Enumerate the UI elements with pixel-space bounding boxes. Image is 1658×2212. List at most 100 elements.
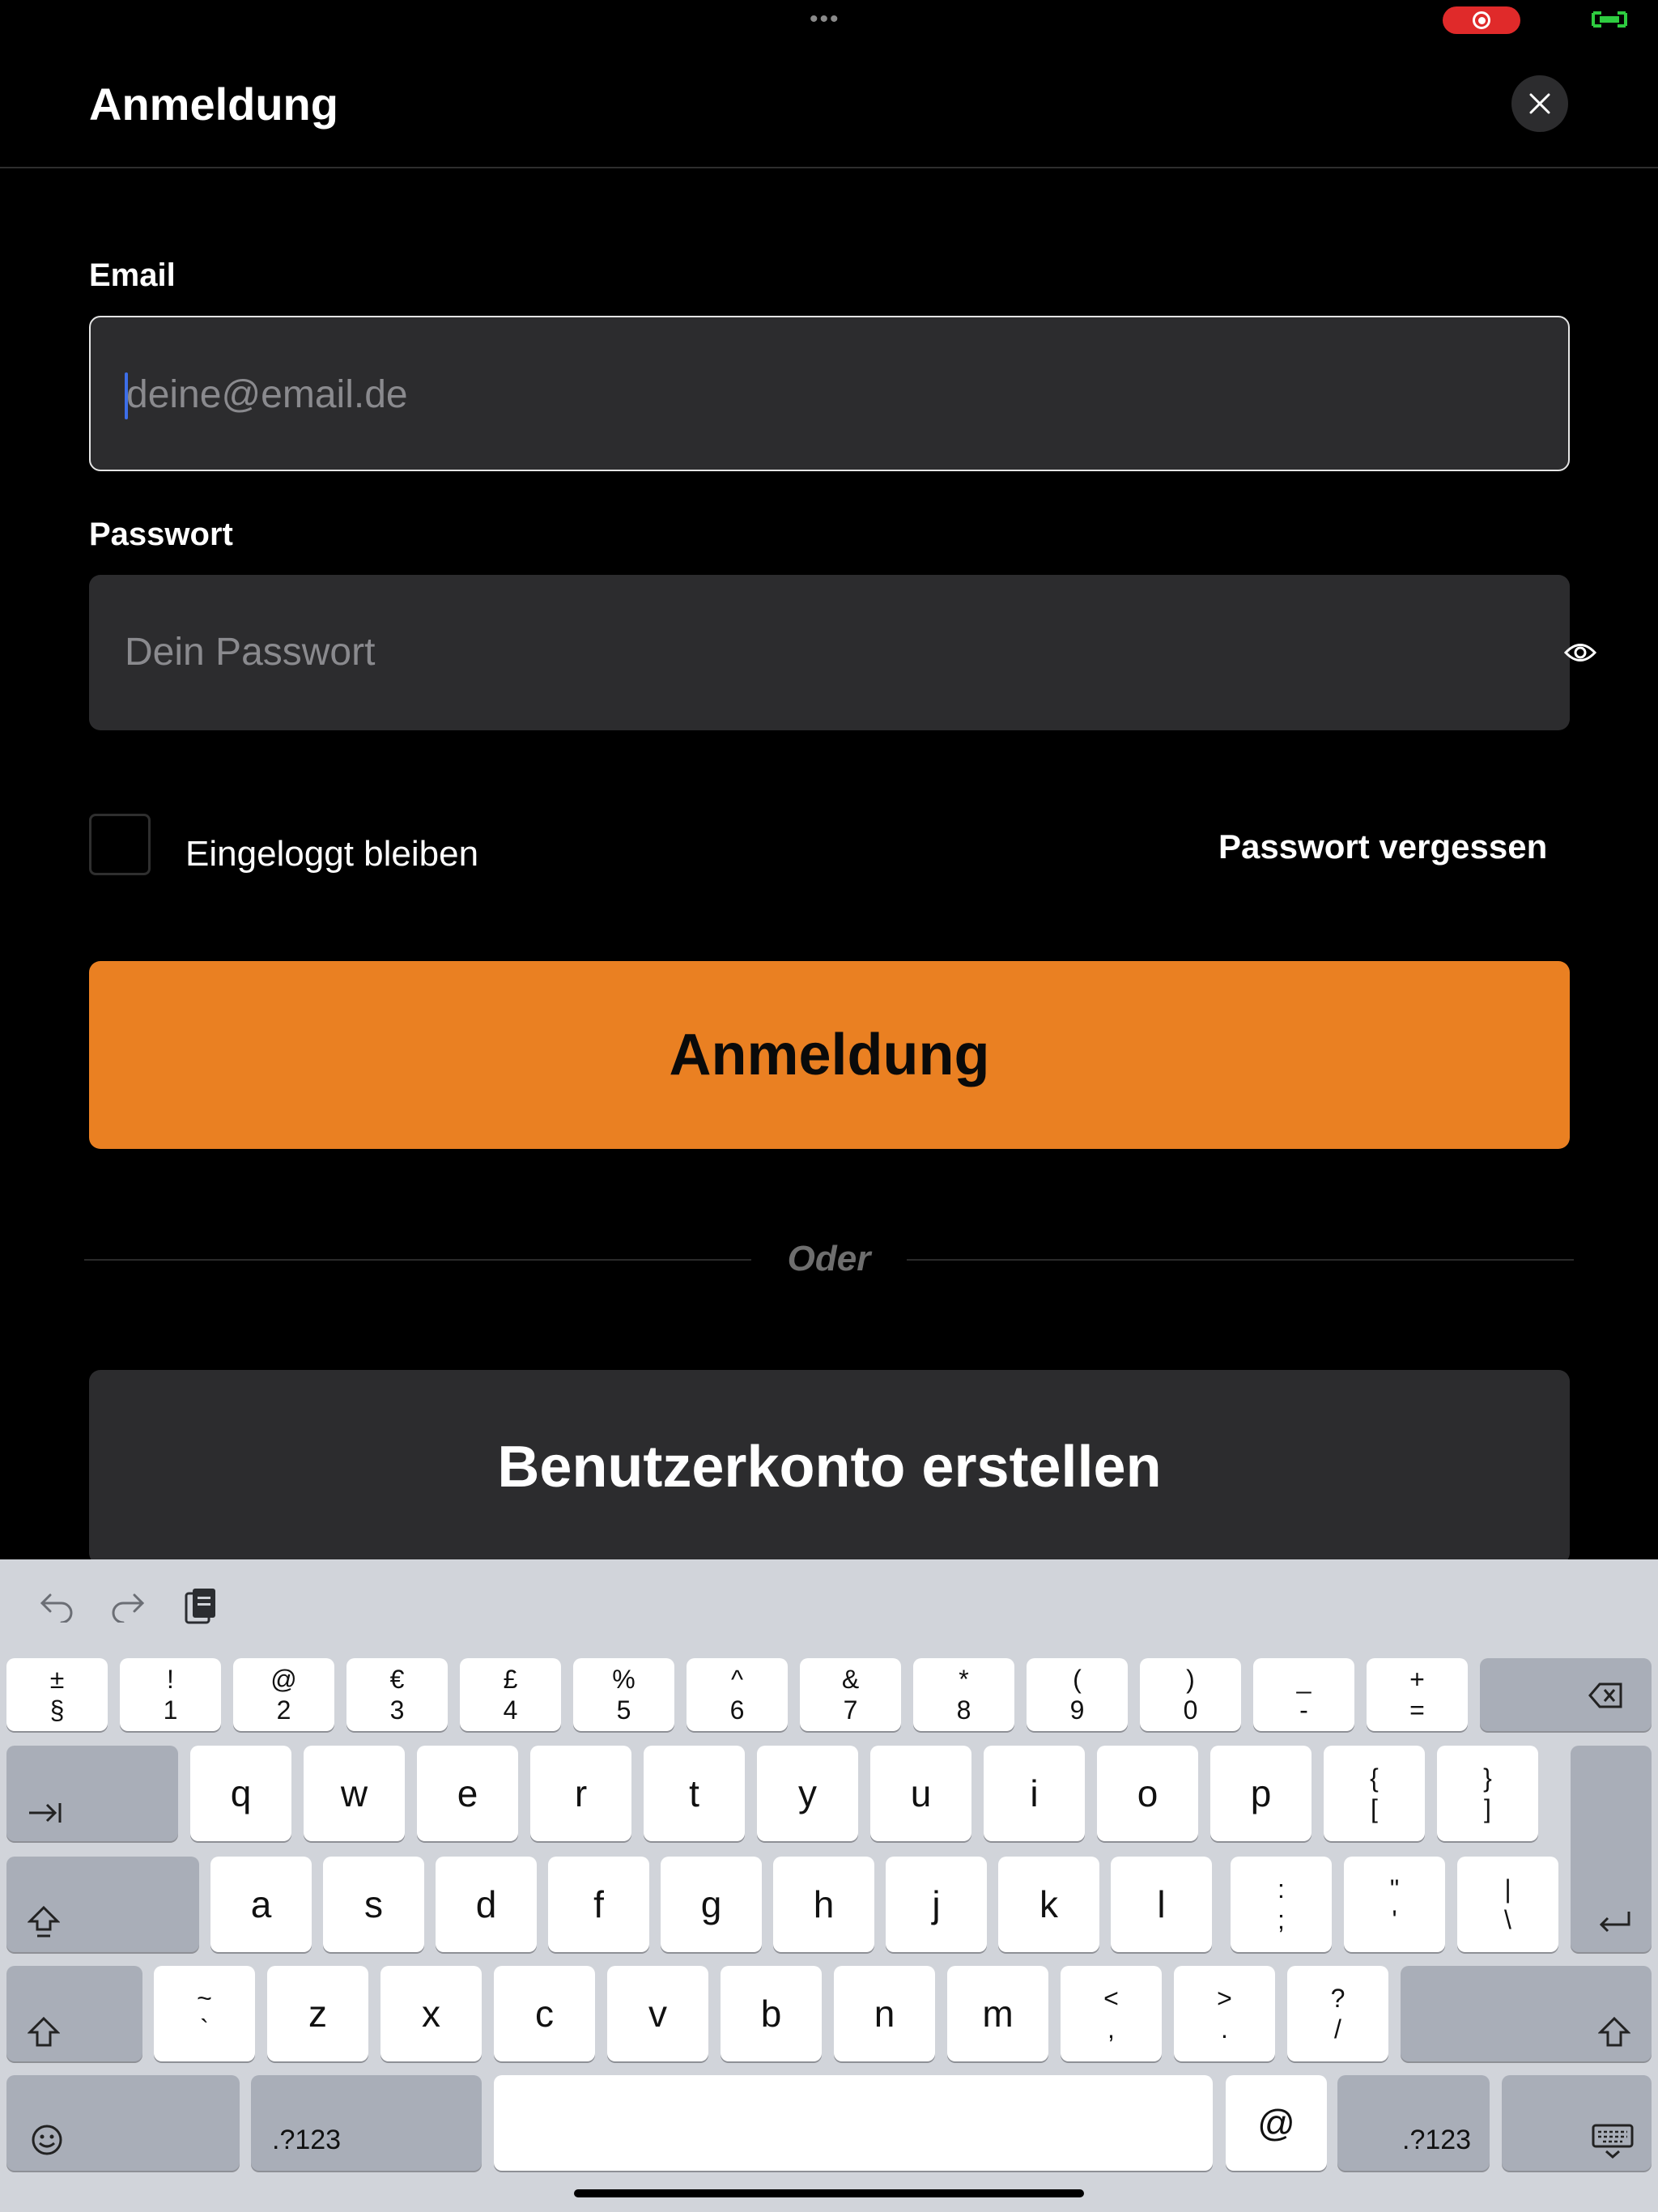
key-lower-label: 2: [276, 1695, 291, 1725]
shift-icon: [1598, 2016, 1630, 2047]
key-label: i: [1030, 1772, 1039, 1814]
remember-checkbox[interactable]: [89, 814, 151, 875]
key-1[interactable]: ! 1: [120, 1658, 221, 1731]
key-comma[interactable]: <,: [1061, 1966, 1162, 2061]
key-backtick[interactable]: ~ `: [154, 1966, 255, 2061]
key-x[interactable]: x: [380, 1966, 482, 2061]
key-4[interactable]: £4: [460, 1658, 561, 1731]
forgot-password-link[interactable]: Passwort vergessen: [1218, 827, 1547, 866]
show-password-button[interactable]: [1559, 632, 1601, 674]
key-upper-label: ?: [1330, 1984, 1346, 2013]
key-7[interactable]: & 7: [800, 1658, 901, 1731]
key-y[interactable]: y: [757, 1746, 858, 1841]
key-c[interactable]: c: [494, 1966, 595, 2061]
key-3[interactable]: €3: [346, 1658, 448, 1731]
password-field[interactable]: Dein Passwort: [89, 575, 1596, 730]
login-button[interactable]: Anmeldung: [89, 961, 1570, 1149]
key-upper-label: @: [270, 1665, 297, 1694]
undo-button[interactable]: [34, 1584, 79, 1629]
key-z[interactable]: z: [267, 1966, 368, 2061]
modal-header: Anmeldung: [0, 39, 1658, 168]
key-lower-label: 9: [1069, 1695, 1085, 1725]
key-f[interactable]: f: [548, 1857, 649, 1952]
key-lower-label: 6: [729, 1695, 745, 1725]
key-s[interactable]: s: [323, 1857, 424, 1952]
key-label: t: [689, 1772, 699, 1814]
shift-lock-key[interactable]: [6, 1857, 199, 1952]
key-p[interactable]: p: [1210, 1746, 1312, 1841]
key-v[interactable]: v: [607, 1966, 708, 2061]
key-a[interactable]: a: [210, 1857, 312, 1952]
screen-recording-indicator[interactable]: [1443, 6, 1520, 34]
email-label: Email: [89, 257, 176, 293]
key-;[interactable]: :;: [1231, 1857, 1332, 1952]
key-[[interactable]: {[: [1324, 1746, 1425, 1841]
space-key[interactable]: [494, 2075, 1213, 2171]
numbers-key-right[interactable]: .?123: [1337, 2075, 1490, 2171]
paste-button[interactable]: [178, 1584, 223, 1629]
key-e[interactable]: e: [417, 1746, 518, 1841]
key-lower-label: .: [1221, 2014, 1228, 2044]
key-j[interactable]: j: [886, 1857, 987, 1952]
close-button[interactable]: [1511, 75, 1568, 132]
key-u[interactable]: u: [870, 1746, 971, 1841]
numbers-key-left[interactable]: .?123: [251, 2075, 482, 2171]
delete-key[interactable]: [1480, 1658, 1652, 1731]
tab-key[interactable]: [6, 1746, 178, 1841]
create-account-button[interactable]: Benutzerkonto erstellen: [89, 1370, 1570, 1564]
key-][interactable]: }]: [1437, 1746, 1538, 1841]
login-screen: ••• Anmeldung Email deine@email.de Passw…: [0, 0, 1658, 2212]
key--[interactable]: _ -: [1253, 1658, 1354, 1731]
key-l[interactable]: l: [1111, 1857, 1212, 1952]
key-q[interactable]: q: [190, 1746, 291, 1841]
key-5[interactable]: % 5: [573, 1658, 674, 1731]
redo-button[interactable]: [105, 1584, 151, 1629]
right-shift-key[interactable]: [1401, 1966, 1652, 2061]
left-shift-key[interactable]: [6, 1966, 142, 2061]
key-6[interactable]: ^ 6: [687, 1658, 788, 1731]
key-period[interactable]: >.: [1174, 1966, 1275, 2061]
key-n[interactable]: n: [834, 1966, 935, 2061]
key-§[interactable]: ± §: [6, 1658, 108, 1731]
key-backslash[interactable]: | \: [1457, 1857, 1558, 1952]
key-h[interactable]: h: [773, 1857, 874, 1952]
redo-icon: [112, 1593, 145, 1623]
key-w[interactable]: w: [304, 1746, 405, 1841]
key-'[interactable]: " ': [1344, 1857, 1445, 1952]
key-t[interactable]: t: [644, 1746, 745, 1841]
key-lower-label: ,: [1107, 2014, 1115, 2044]
key-upper-label: ): [1186, 1665, 1195, 1694]
key-8[interactable]: * 8: [913, 1658, 1014, 1731]
key-m[interactable]: m: [947, 1966, 1048, 2061]
dismiss-keyboard-key[interactable]: [1502, 2075, 1652, 2171]
home-indicator[interactable]: [574, 2189, 1084, 2197]
key-b[interactable]: b: [721, 1966, 822, 2061]
emoji-key[interactable]: [6, 2075, 240, 2171]
key-g[interactable]: g: [661, 1857, 762, 1952]
key-lower-label: =: [1409, 1695, 1425, 1725]
key-at[interactable]: @: [1226, 2075, 1327, 2171]
key-label: m: [982, 1993, 1014, 2035]
key-label: z: [308, 1993, 327, 2035]
key-0[interactable]: ) 0: [1140, 1658, 1241, 1731]
key-label: e: [457, 1772, 478, 1814]
key-upper-label: <: [1103, 1984, 1119, 2013]
return-key[interactable]: [1571, 1746, 1652, 1952]
key-label: l: [1157, 1883, 1166, 1925]
key-label: p: [1250, 1772, 1272, 1814]
key-2[interactable]: @2: [233, 1658, 334, 1731]
key-9[interactable]: (9: [1027, 1658, 1128, 1731]
key-d[interactable]: d: [436, 1857, 537, 1952]
page-title: Anmeldung: [89, 79, 338, 130]
key-o[interactable]: o: [1097, 1746, 1198, 1841]
key-k[interactable]: k: [998, 1857, 1099, 1952]
email-field[interactable]: deine@email.de: [89, 316, 1570, 471]
email-placeholder: deine@email.de: [126, 373, 408, 416]
key-r[interactable]: r: [530, 1746, 631, 1841]
key-upper-label: +: [1409, 1665, 1425, 1694]
more-dots-icon[interactable]: •••: [810, 7, 840, 32]
key-=[interactable]: + =: [1367, 1658, 1468, 1731]
remember-label[interactable]: Eingeloggt bleiben: [185, 834, 478, 874]
key-i[interactable]: i: [984, 1746, 1085, 1841]
key-slash[interactable]: ? /: [1287, 1966, 1388, 2061]
